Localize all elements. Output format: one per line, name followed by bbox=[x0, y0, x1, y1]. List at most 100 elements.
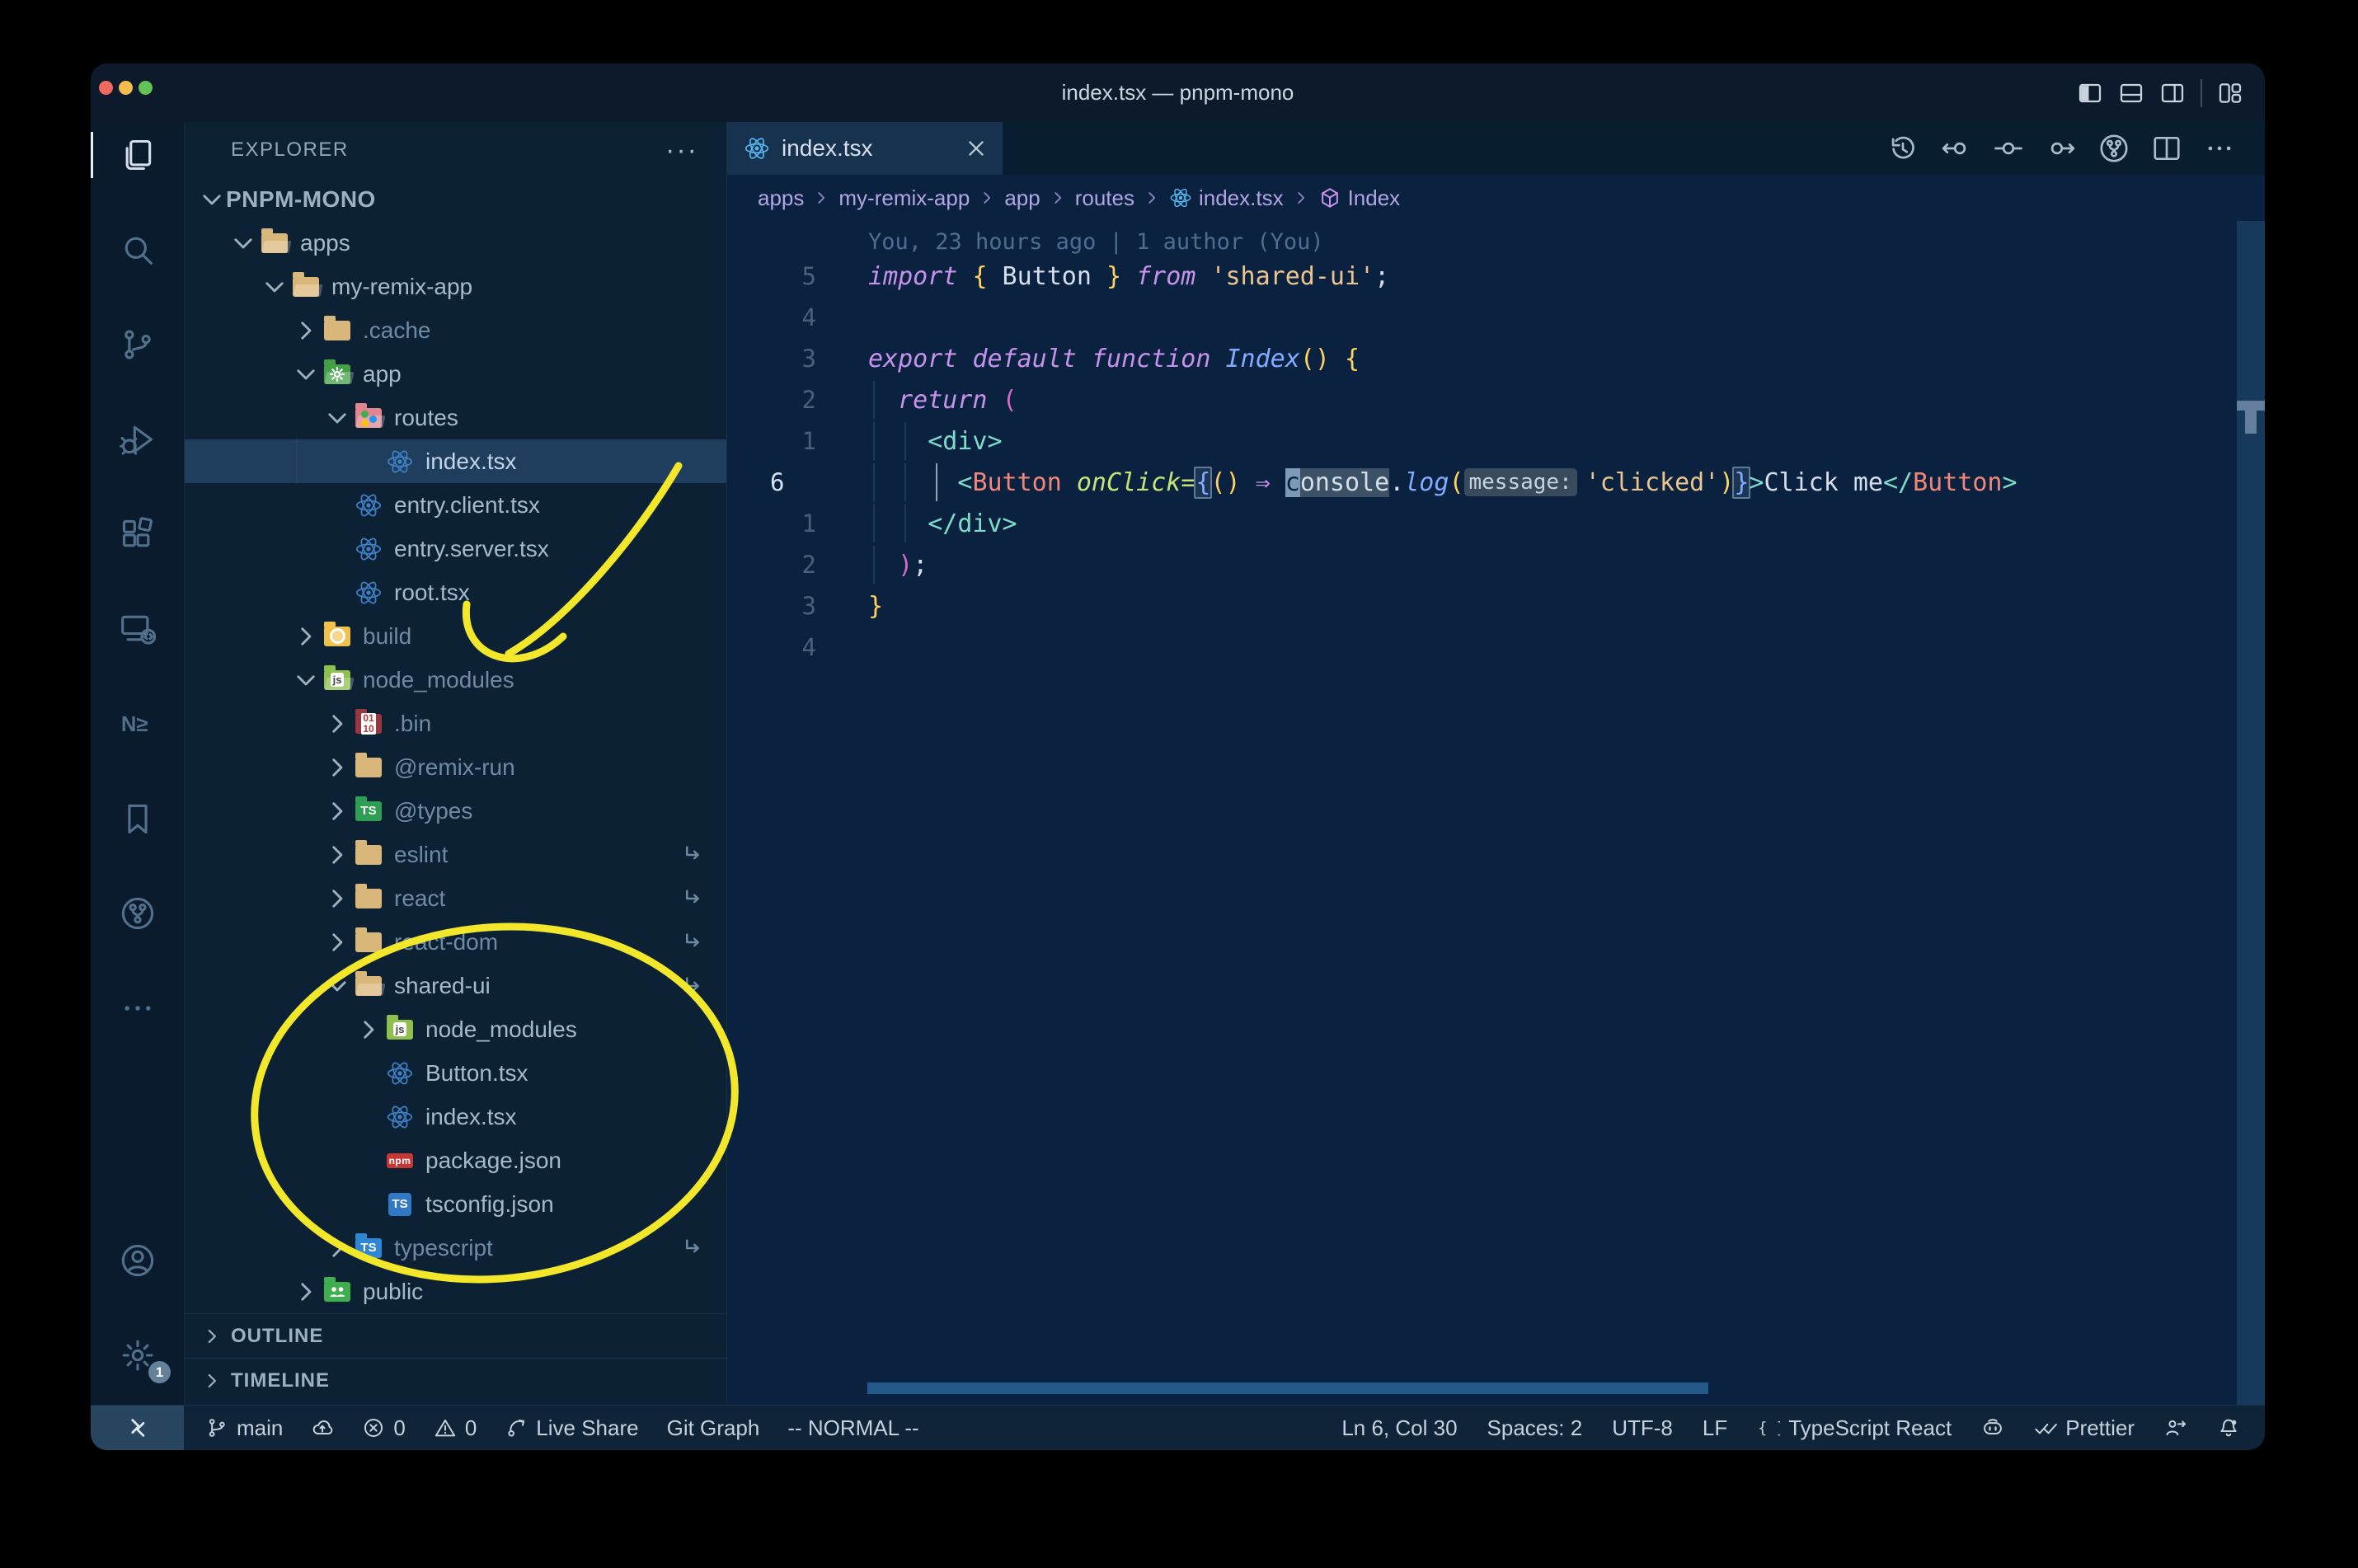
status-encoding[interactable]: UTF-8 bbox=[1612, 1415, 1673, 1441]
tree-item-@types[interactable]: TS @types bbox=[185, 789, 726, 833]
vertical-scrollbar[interactable] bbox=[2237, 221, 2265, 1405]
tree-item-label: app bbox=[363, 360, 402, 387]
layout-grid-icon[interactable] bbox=[2217, 80, 2243, 106]
tree-item-.bin[interactable]: 01 10 .bin bbox=[185, 702, 726, 745]
remote-indicator[interactable] bbox=[91, 1406, 184, 1450]
nav-back-icon[interactable] bbox=[1940, 133, 1971, 164]
tree-item-build[interactable]: build bbox=[185, 614, 726, 658]
status-copilot[interactable] bbox=[1981, 1416, 2004, 1439]
activity-search[interactable] bbox=[91, 217, 184, 283]
status-git-branch[interactable]: main bbox=[205, 1415, 283, 1441]
status-sync-changes[interactable] bbox=[311, 1416, 334, 1439]
chevron-right-icon bbox=[323, 710, 351, 738]
git-graph-icon[interactable] bbox=[2098, 133, 2130, 164]
more-icon[interactable] bbox=[2204, 133, 2235, 164]
timeline-label: TIMELINE bbox=[231, 1368, 330, 1392]
braces-icon: { } bbox=[1757, 1416, 1780, 1439]
breadcrumb-my-remix-app[interactable]: my-remix-app bbox=[838, 185, 970, 211]
activity-run-and-debug[interactable] bbox=[91, 406, 184, 472]
activity-accounts[interactable] bbox=[91, 1228, 184, 1293]
activity-source-control[interactable] bbox=[91, 312, 184, 378]
status-live-share[interactable]: Live Share bbox=[505, 1415, 639, 1441]
status-errors[interactable]: 0 bbox=[362, 1415, 406, 1441]
status-eol[interactable]: LF bbox=[1703, 1415, 1727, 1441]
status-prettier[interactable]: Prettier bbox=[2034, 1415, 2135, 1441]
tree-item-node_modules[interactable]: js node_modules bbox=[185, 658, 726, 702]
code-editor[interactable]: You, 23 hours ago | 1 author (You) 5 impo… bbox=[727, 221, 2265, 1405]
tree-item-routes[interactable]: routes bbox=[185, 396, 726, 439]
vscode-window: index.tsx — pnpm-mono N≥ 1 EXPLORER ··· P… bbox=[91, 63, 2265, 1450]
activity-extensions[interactable] bbox=[91, 501, 184, 567]
tree-item-index.tsx[interactable]: index.tsx bbox=[185, 439, 726, 483]
tree-item-entry.client.tsx[interactable]: entry.client.tsx bbox=[185, 483, 726, 527]
react-icon bbox=[355, 491, 383, 519]
tree-item-tsconfig.json[interactable]: TS tsconfig.json bbox=[185, 1182, 726, 1226]
tree-item-apps[interactable]: apps bbox=[185, 221, 726, 265]
tree-item-label: .bin bbox=[394, 710, 432, 736]
chevron-down-icon bbox=[229, 229, 257, 257]
activity-bookmarks[interactable] bbox=[91, 786, 184, 852]
nav-fwd-icon[interactable] bbox=[2046, 133, 2077, 164]
outline-section[interactable]: OUTLINE bbox=[185, 1313, 726, 1358]
tree-item-react[interactable]: react bbox=[185, 876, 726, 920]
chevron-right-icon bbox=[323, 797, 351, 825]
folder-app-icon bbox=[324, 359, 350, 384]
breadcrumb-apps[interactable]: apps bbox=[758, 185, 804, 211]
tree-item-.cache[interactable]: .cache bbox=[185, 308, 726, 352]
breadcrumb-index.tsx[interactable]: index.tsx bbox=[1169, 185, 1284, 211]
layout-bottom-icon[interactable] bbox=[2118, 80, 2144, 106]
activity-nx-console[interactable]: N≥ bbox=[91, 691, 184, 757]
explorer-more-actions[interactable]: ··· bbox=[665, 136, 698, 164]
status-feedback[interactable] bbox=[2164, 1416, 2187, 1439]
chevron-right-icon bbox=[198, 1322, 226, 1350]
close-icon[interactable] bbox=[965, 137, 988, 160]
tree-item-react-dom[interactable]: react-dom bbox=[185, 920, 726, 964]
activity-settings[interactable]: 1 bbox=[91, 1322, 184, 1388]
status-indentation[interactable]: Spaces: 2 bbox=[1487, 1415, 1583, 1441]
layout-left-icon[interactable] bbox=[2077, 80, 2103, 106]
tree-item-my-remix-app[interactable]: my-remix-app bbox=[185, 265, 726, 308]
tab-label: index.tsx bbox=[782, 135, 873, 161]
tree-item-public[interactable]: public bbox=[185, 1270, 726, 1313]
status-vim-mode[interactable]: -- NORMAL -- bbox=[787, 1415, 918, 1441]
status-git-graph[interactable]: Git Graph bbox=[667, 1415, 760, 1441]
tree-item-button.tsx[interactable]: Button.tsx bbox=[185, 1051, 726, 1095]
timeline-section[interactable]: TIMELINE bbox=[185, 1358, 726, 1402]
tree-item-@remix-run[interactable]: @remix-run bbox=[185, 745, 726, 789]
chevron-right-icon bbox=[292, 317, 320, 345]
line-number: 6 bbox=[770, 468, 785, 496]
tree-item-shared-ui[interactable]: shared-ui bbox=[185, 964, 726, 1007]
status-warnings[interactable]: 0 bbox=[434, 1415, 477, 1441]
activity-additional-views[interactable] bbox=[91, 975, 184, 1041]
breadcrumb-app[interactable]: app bbox=[1004, 185, 1040, 211]
branch-icon bbox=[205, 1416, 228, 1439]
activity-remote-explorer[interactable] bbox=[91, 596, 184, 662]
tab-index-tsx[interactable]: index.tsx bbox=[727, 122, 1003, 175]
horizontal-scrollbar[interactable] bbox=[867, 1383, 1708, 1394]
tree-item-root.tsx[interactable]: root.tsx bbox=[185, 570, 726, 614]
breadcrumb-index[interactable]: Index bbox=[1318, 185, 1400, 211]
layout-right-icon[interactable] bbox=[2159, 80, 2186, 106]
status-language-mode[interactable]: { }TypeScript React bbox=[1757, 1415, 1952, 1441]
chevron-down-icon bbox=[292, 666, 320, 694]
activity-git-graph[interactable] bbox=[91, 880, 184, 946]
folder-nm-icon: js bbox=[324, 664, 350, 690]
breadcrumb-routes[interactable]: routes bbox=[1075, 185, 1134, 211]
tree-item-entry.server.tsx[interactable]: entry.server.tsx bbox=[185, 527, 726, 570]
status-notifications[interactable] bbox=[2217, 1416, 2240, 1439]
layout-controls bbox=[2077, 63, 2243, 122]
history-icon[interactable] bbox=[1887, 133, 1919, 164]
nav-dot-icon[interactable] bbox=[1993, 133, 2024, 164]
tree-item-package.json[interactable]: npm package.json bbox=[185, 1138, 726, 1182]
status-cursor-position[interactable]: Ln 6, Col 30 bbox=[1341, 1415, 1457, 1441]
activity-explorer[interactable] bbox=[91, 122, 184, 188]
tree-item-pnpm-mono[interactable]: PNPM-MONO bbox=[185, 177, 726, 221]
tree-item-typescript[interactable]: TS typescript bbox=[185, 1226, 726, 1270]
tree-item-eslint[interactable]: eslint bbox=[185, 833, 726, 876]
feedback-icon bbox=[2164, 1416, 2187, 1439]
split-icon[interactable] bbox=[2151, 133, 2182, 164]
tree-item-index.tsx[interactable]: index.tsx bbox=[185, 1095, 726, 1138]
code-line: 2 return ( bbox=[727, 379, 2265, 420]
tree-item-app[interactable]: app bbox=[185, 352, 726, 396]
tree-item-node_modules[interactable]: js node_modules bbox=[185, 1007, 726, 1051]
